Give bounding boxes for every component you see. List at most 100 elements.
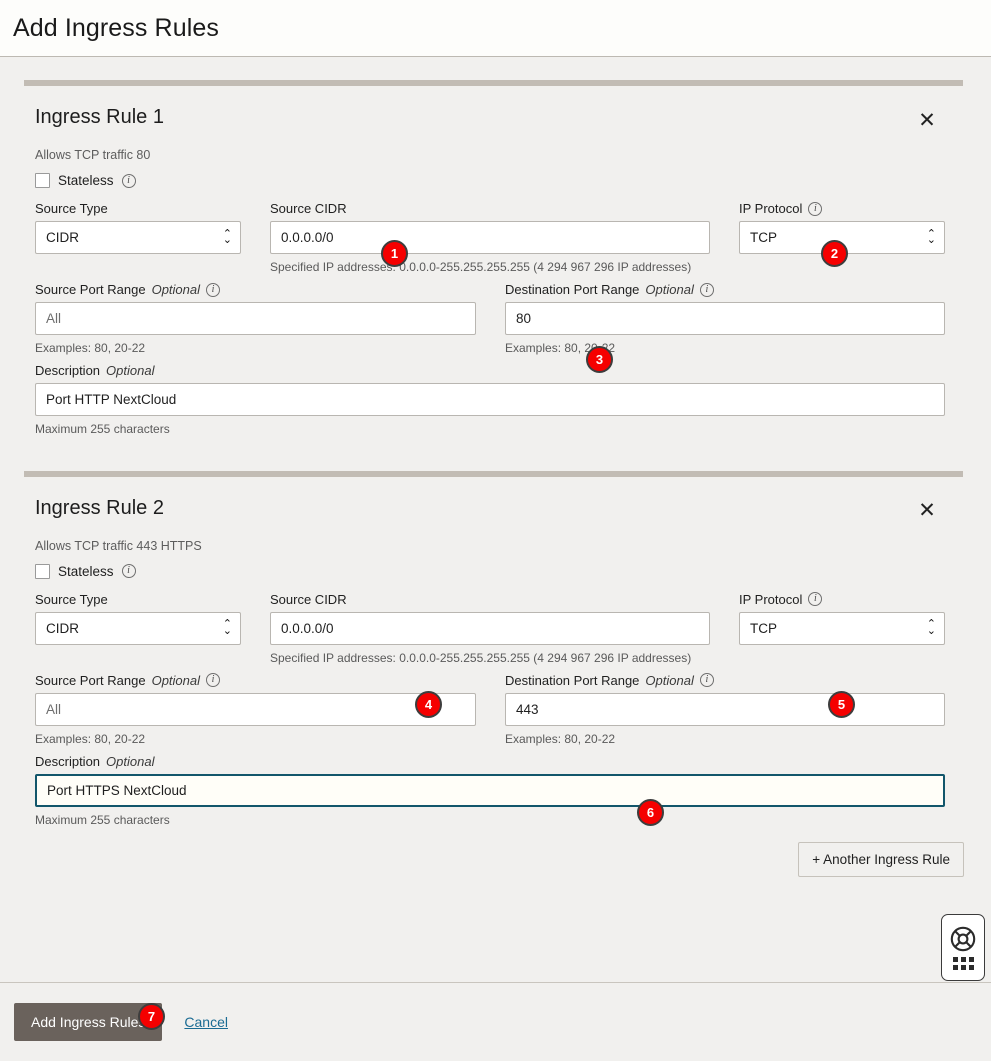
ip-protocol-label: IP Protocol i xyxy=(739,201,945,216)
info-icon[interactable]: i xyxy=(808,592,823,607)
source-cidr-label: Source CIDR xyxy=(270,592,710,607)
description-input[interactable] xyxy=(35,773,945,807)
source-cidr-input[interactable] xyxy=(270,611,710,645)
info-icon[interactable]: i xyxy=(699,673,714,688)
source-type-label: Source Type xyxy=(35,201,241,216)
ip-protocol-label-text: IP Protocol xyxy=(739,201,803,216)
rule-2-source-cidr-group: Source CIDR Specified IP addresses: 0.0.… xyxy=(270,592,710,666)
rule-2-stateless-row[interactable]: Stateless i xyxy=(35,563,967,579)
rule-1-row-2: Source Port Range Optional i Examples: 8… xyxy=(24,275,967,356)
source-type-label-text: Source Type xyxy=(35,591,108,607)
source-type-label-text: Source Type xyxy=(35,201,108,216)
rules-scroll-area[interactable]: Ingress Rule 1 ✕ Allows TCP traffic 80 S… xyxy=(0,57,991,982)
info-icon[interactable]: i xyxy=(206,673,220,688)
optional-label: Optional xyxy=(151,282,200,298)
add-another-ingress-rule-button[interactable]: + Another Ingress Rule xyxy=(798,842,964,878)
page-header: Add Ingress Rules xyxy=(0,0,991,57)
stateless-label: Stateless xyxy=(58,173,114,188)
source-cidr-help: Specified IP addresses: 0.0.0.0-255.255.… xyxy=(270,650,692,665)
destination-port-input[interactable] xyxy=(505,692,945,726)
info-icon[interactable]: i xyxy=(206,282,220,297)
rule-2-row-1: Source Type CIDR ⌃⌄ Source CIDR Specifie… xyxy=(24,579,967,666)
rule-1-description-group: Description Optional Maximum 255 charact… xyxy=(35,363,945,437)
help-widget[interactable] xyxy=(941,914,985,981)
description-help: Maximum 255 characters xyxy=(35,422,170,437)
source-port-input[interactable] xyxy=(35,692,476,726)
page-title: Add Ingress Rules xyxy=(13,13,219,42)
rule-2-row-3: Description Optional Maximum 255 charact… xyxy=(24,747,967,828)
source-type-select-wrap[interactable]: CIDR ⌃ ⌄ xyxy=(35,221,241,254)
drag-handle-dots-icon[interactable] xyxy=(952,956,974,970)
rule-2-ip-protocol-group: IP Protocol i TCP ⌃ ⌄ xyxy=(739,592,945,666)
rule-1-title: Ingress Rule 1 xyxy=(35,106,164,128)
info-icon[interactable]: i xyxy=(121,173,136,188)
description-input[interactable] xyxy=(35,383,945,417)
life-preserver-icon xyxy=(950,926,976,951)
stateless-checkbox[interactable] xyxy=(35,563,50,579)
rule-2-title: Ingress Rule 2 xyxy=(35,496,164,519)
source-cidr-label: Source CIDR xyxy=(270,201,710,216)
description-help: Maximum 255 characters xyxy=(35,812,170,827)
close-icon[interactable]: ✕ xyxy=(913,106,941,134)
ip-protocol-select[interactable]: TCP xyxy=(739,611,945,645)
source-type-select[interactable]: CIDR xyxy=(35,611,241,645)
annotation-badge-7: 7 xyxy=(138,1003,165,1030)
source-type-select-wrap[interactable]: CIDR ⌃ ⌄ xyxy=(35,611,241,645)
source-port-label: Source Port Range Optional i xyxy=(35,282,476,297)
info-icon[interactable]: i xyxy=(699,282,714,297)
ip-protocol-label: IP Protocol i xyxy=(739,592,945,607)
source-port-input[interactable] xyxy=(35,302,476,336)
description-label: Description Optional xyxy=(35,754,945,769)
destination-port-label-text: Destination Port Range xyxy=(505,282,640,298)
rule-1-destination-port-group: Destination Port Range Optional i Exampl… xyxy=(505,282,945,356)
ingress-rule-2: Ingress Rule 2 ✕ Allows TCP traffic 443 … xyxy=(0,477,991,829)
stateless-label: Stateless xyxy=(58,563,114,579)
rule-2-subtitle: Allows TCP traffic 443 HTTPS xyxy=(35,538,202,553)
source-port-label: Source Port Range Optional i xyxy=(35,673,476,688)
rule-1-header: Ingress Rule 1 ✕ xyxy=(24,86,967,134)
source-type-select[interactable]: CIDR xyxy=(35,221,241,254)
description-label: Description Optional xyxy=(35,363,945,378)
annotation-badge-5: 5 xyxy=(828,691,855,718)
source-cidr-input[interactable] xyxy=(270,221,710,254)
rule-1-subtitle: Allows TCP traffic 80 xyxy=(35,148,151,162)
rule-1-stateless-row[interactable]: Stateless i xyxy=(35,173,967,188)
rule-2-header: Ingress Rule 2 ✕ xyxy=(24,477,967,525)
optional-label: Optional xyxy=(106,363,155,379)
source-type-label: Source Type xyxy=(35,592,241,607)
description-label-text: Description xyxy=(35,363,101,379)
source-cidr-help: Specified IP addresses: 0.0.0.0-255.255.… xyxy=(270,260,692,274)
optional-label: Optional xyxy=(106,753,155,769)
annotation-badge-6: 6 xyxy=(637,799,664,826)
cancel-link[interactable]: Cancel xyxy=(184,1014,228,1030)
rule-2-source-port-group: Source Port Range Optional i Examples: 8… xyxy=(35,673,476,747)
ip-protocol-select-wrap[interactable]: TCP ⌃ ⌄ xyxy=(739,611,945,645)
optional-label: Optional xyxy=(151,672,200,688)
rule-2-destination-port-group: Destination Port Range Optional i Exampl… xyxy=(505,673,945,747)
info-icon[interactable]: i xyxy=(808,201,823,216)
stateless-checkbox[interactable] xyxy=(35,173,50,188)
annotation-badge-3: 3 xyxy=(586,346,613,373)
source-cidr-label-text: Source CIDR xyxy=(270,591,347,607)
source-port-help: Examples: 80, 20-22 xyxy=(35,731,146,746)
destination-port-input[interactable] xyxy=(505,302,945,336)
rule-1-source-type-group: Source Type CIDR ⌃ ⌄ xyxy=(35,201,241,275)
destination-port-help: Examples: 80, 20-22 xyxy=(505,731,616,746)
description-label-text: Description xyxy=(35,753,101,769)
destination-port-label: Destination Port Range Optional i xyxy=(505,282,945,297)
destination-port-label: Destination Port Range Optional i xyxy=(505,673,945,688)
rule-1-source-port-group: Source Port Range Optional i Examples: 8… xyxy=(35,282,476,356)
ip-protocol-label-text: IP Protocol xyxy=(739,591,803,607)
add-ingress-rules-page: Add Ingress Rules Ingress Rule 1 ✕ Allow… xyxy=(0,0,991,1061)
optional-label: Optional xyxy=(645,672,694,688)
destination-port-label-text: Destination Port Range xyxy=(505,672,640,688)
rule-1-source-cidr-group: Source CIDR Specified IP addresses: 0.0.… xyxy=(270,201,710,275)
source-port-label-text: Source Port Range xyxy=(35,282,146,298)
destination-port-help: Examples: 80, 20-22 xyxy=(505,341,616,356)
annotation-badge-4: 4 xyxy=(415,691,442,718)
info-icon[interactable]: i xyxy=(121,564,136,579)
optional-label: Optional xyxy=(645,282,694,298)
close-icon[interactable]: ✕ xyxy=(913,497,941,525)
source-port-help: Examples: 80, 20-22 xyxy=(35,341,146,356)
source-cidr-label-text: Source CIDR xyxy=(270,201,347,216)
